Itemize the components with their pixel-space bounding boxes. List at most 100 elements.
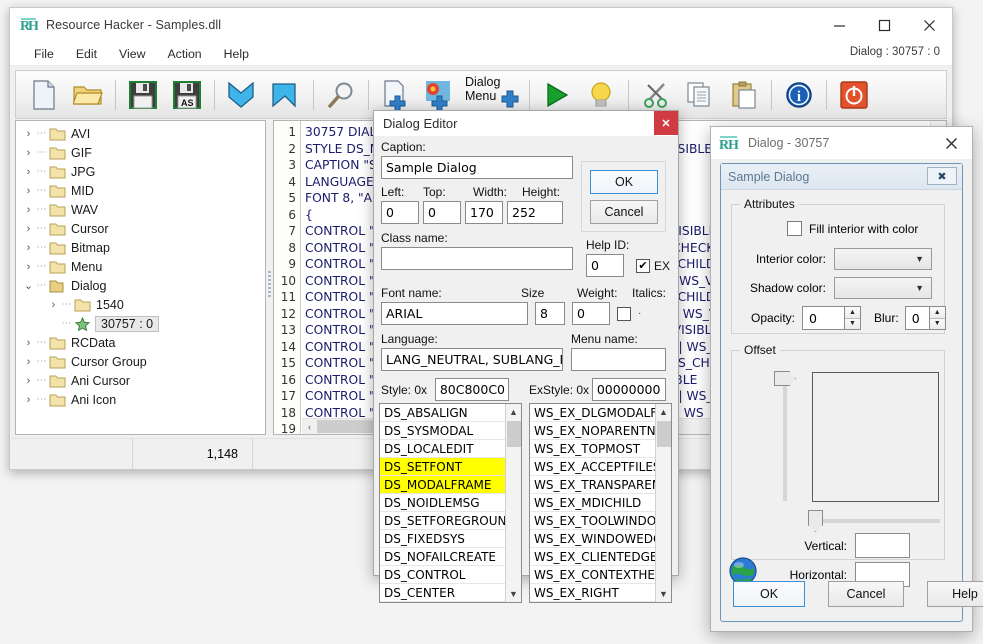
spin-down-icon[interactable]: ▼ — [930, 319, 945, 330]
style-flags-listbox[interactable]: DS_ABSALIGN DS_SYSMODAL DS_LOCALEDIT DS_… — [379, 403, 522, 603]
chevron-right-icon[interactable]: › — [22, 337, 35, 349]
list-item[interactable]: DS_FIXEDSYS — [380, 530, 521, 548]
resource-treeview[interactable]: ›⋯ AVI ›⋯ GIF ›⋯ JPG ›⋯ MID ›⋯ — [15, 120, 266, 435]
import-button[interactable] — [220, 73, 264, 117]
copy-button[interactable] — [678, 73, 722, 117]
ok-button[interactable]: OK — [590, 170, 658, 194]
chevron-right-icon[interactable]: › — [22, 147, 35, 159]
language-input[interactable]: LANG_NEUTRAL, SUBLANG_NEUT — [381, 348, 563, 371]
list-item[interactable]: DS_SYSMODAL — [380, 422, 521, 440]
list-item[interactable]: WS_EX_RIGHT — [530, 584, 671, 602]
scroll-left-arrow-icon[interactable]: ‹ — [302, 422, 317, 432]
width-input[interactable]: 170 — [465, 201, 503, 224]
chevron-right-icon[interactable]: › — [22, 356, 35, 368]
chevron-right-icon[interactable]: › — [22, 166, 35, 178]
maximize-button[interactable] — [862, 8, 907, 42]
list-item[interactable]: DS_MODALFRAME — [380, 476, 521, 494]
list-item[interactable]: WS_EX_ACCEPTFILES — [530, 458, 671, 476]
chevron-right-icon[interactable]: › — [22, 204, 35, 216]
list-item[interactable]: WS_EX_NOPARENTNOTIF — [530, 422, 671, 440]
horizontal-slider-thumb[interactable] — [808, 510, 823, 532]
opacity-input[interactable]: 0 — [802, 306, 844, 330]
spin-down-icon[interactable]: ▼ — [845, 319, 860, 330]
tree-item-wav[interactable]: ›⋯ WAV — [16, 200, 265, 219]
open-file-button[interactable] — [66, 73, 110, 117]
list-item[interactable]: WS_EX_CONTEXTHELP — [530, 566, 671, 584]
menu-action[interactable]: Action — [157, 45, 211, 63]
height-input[interactable]: 252 — [507, 201, 563, 224]
restore-icon[interactable]: ✖ — [927, 167, 957, 185]
ex-checkbox[interactable]: ✔ — [636, 259, 650, 273]
chevron-right-icon[interactable]: › — [22, 185, 35, 197]
chevron-right-icon[interactable]: › — [47, 299, 60, 311]
help-id-input[interactable]: 0 — [586, 254, 624, 277]
spin-up-icon[interactable]: ▲ — [930, 307, 945, 319]
chevron-right-icon[interactable]: › — [22, 394, 35, 406]
save-button[interactable] — [121, 73, 165, 117]
tree-item-gif[interactable]: ›⋯ GIF — [16, 143, 265, 162]
exstyle-hex-input[interactable]: 00000000 — [592, 378, 666, 401]
chevron-right-icon[interactable]: › — [22, 375, 35, 387]
exstyle-flags-listbox[interactable]: WS_EX_DLGMODALFRAM WS_EX_NOPARENTNOTIF W… — [529, 403, 672, 603]
tree-item-30757[interactable]: ⋯ 30757 : 0 — [16, 314, 265, 333]
opacity-spin-buttons[interactable]: ▲ ▼ — [844, 306, 861, 330]
horizontal-slider-track[interactable] — [810, 519, 940, 523]
menu-help[interactable]: Help — [214, 45, 259, 63]
shadow-color-combobox[interactable]: ▼ — [834, 277, 932, 299]
caption-input[interactable]: Sample Dialog — [381, 156, 573, 179]
help-button[interactable]: Help — [927, 581, 983, 607]
ok-button[interactable]: OK — [733, 581, 805, 607]
find-button[interactable] — [319, 73, 363, 117]
list-item[interactable]: DS_NOIDLEMSG — [380, 494, 521, 512]
vertical-slider-thumb[interactable] — [774, 371, 796, 386]
close-icon[interactable] — [936, 127, 966, 159]
italics-checkbox[interactable] — [617, 307, 631, 321]
list-item[interactable]: DS_ABSALIGN — [380, 404, 521, 422]
list-item[interactable]: WS_EX_TOOLWINDOW — [530, 512, 671, 530]
list-item[interactable]: DS_CENTER — [380, 584, 521, 602]
tree-item-ani-icon[interactable]: ›⋯ Ani Icon — [16, 390, 265, 409]
blur-spin-buttons[interactable]: ▲ ▼ — [929, 306, 946, 330]
panel-splitter[interactable] — [266, 120, 273, 435]
left-input[interactable]: 0 — [381, 201, 419, 224]
scrollbar-thumb[interactable] — [507, 421, 521, 447]
offset-preview-area[interactable] — [812, 372, 939, 502]
tree-item-rcdata[interactable]: ›⋯ RCData — [16, 333, 265, 352]
tree-item-dialog[interactable]: ⌄⋯ Dialog — [16, 276, 265, 295]
opacity-stepper[interactable]: 0 ▲ ▼ — [802, 306, 861, 330]
list-item[interactable]: DS_LOCALEDIT — [380, 440, 521, 458]
tree-item-menu[interactable]: ›⋯ Menu — [16, 257, 265, 276]
list-item[interactable]: WS_EX_CLIENTEDGE — [530, 548, 671, 566]
tree-item-ani-cursor[interactable]: ›⋯ Ani Cursor — [16, 371, 265, 390]
tree-item-mid[interactable]: ›⋯ MID — [16, 181, 265, 200]
vertical-input[interactable] — [855, 533, 910, 558]
top-input[interactable]: 0 — [423, 201, 461, 224]
list-item[interactable]: WS_EX_WINDOWEDGE — [530, 530, 671, 548]
list-item[interactable]: WS_EX_DLGMODALFRAM — [530, 404, 671, 422]
exit-button[interactable] — [832, 73, 876, 117]
tree-item-bitmap[interactable]: ›⋯ Bitmap — [16, 238, 265, 257]
chevron-right-icon[interactable]: › — [22, 128, 35, 140]
font-name-input[interactable]: ARIAL — [381, 302, 528, 325]
save-as-button[interactable]: AS — [165, 73, 209, 117]
style-list-scrollbar[interactable]: ▲ ▼ — [505, 404, 521, 602]
blur-stepper[interactable]: 0 ▲ ▼ — [905, 306, 946, 330]
tree-item-cursor[interactable]: ›⋯ Cursor — [16, 219, 265, 238]
scroll-down-arrow-icon[interactable]: ▼ — [506, 586, 521, 602]
cancel-button[interactable]: Cancel — [590, 200, 658, 224]
chevron-right-icon[interactable]: › — [22, 242, 35, 254]
chevron-right-icon[interactable]: › — [22, 223, 35, 235]
list-item[interactable]: DS_SETFONT — [380, 458, 521, 476]
menu-file[interactable]: File — [24, 45, 64, 63]
list-item[interactable]: WS_EX_MDICHILD — [530, 494, 671, 512]
list-item[interactable]: DS_SETFOREGROUND — [380, 512, 521, 530]
font-size-input[interactable]: 8 — [535, 302, 565, 325]
scroll-down-arrow-icon[interactable]: ▼ — [656, 586, 671, 602]
tree-item-cursor-group[interactable]: ›⋯ Cursor Group — [16, 352, 265, 371]
exstyle-list-scrollbar[interactable]: ▲ ▼ — [655, 404, 671, 602]
tree-item-jpg[interactable]: ›⋯ JPG — [16, 162, 265, 181]
close-button[interactable] — [907, 8, 952, 42]
chevron-down-icon[interactable]: ⌄ — [22, 279, 35, 292]
cancel-button[interactable]: Cancel — [828, 581, 904, 607]
fill-interior-checkbox[interactable] — [787, 221, 802, 236]
